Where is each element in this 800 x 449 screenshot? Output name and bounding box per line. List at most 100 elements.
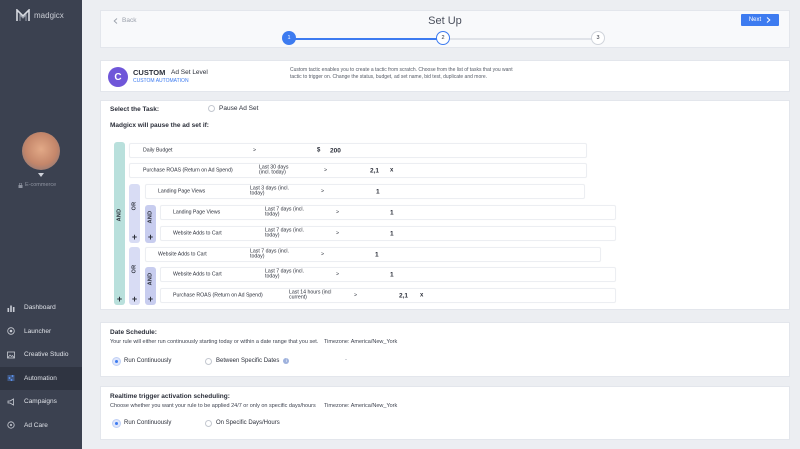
tactic-subtitle: CUSTOM AUTOMATION xyxy=(133,78,189,84)
lock-icon xyxy=(18,182,23,188)
condition-operator[interactable]: > xyxy=(336,209,339,216)
info-icon[interactable]: i xyxy=(283,358,290,364)
sidebar-item-ad-care[interactable]: Ad Care xyxy=(0,414,82,438)
timezone-label: Timezone: America/New_York xyxy=(324,403,398,409)
radio-unselected[interactable] xyxy=(205,357,212,365)
and-label: AND xyxy=(116,208,123,222)
select-task-label: Select the Task: xyxy=(110,106,160,113)
condition-period[interactable]: Last 7 days (incl. today) xyxy=(265,206,305,218)
app-name: madgicx xyxy=(34,11,64,20)
sidebar-item-dashboard[interactable]: Dashboard xyxy=(0,296,82,320)
radio-selected[interactable] xyxy=(113,419,120,427)
megaphone-icon xyxy=(7,398,14,406)
madgicx-logo[interactable]: madgicx xyxy=(16,9,64,22)
condition-operator[interactable]: > xyxy=(354,292,357,299)
account-label: E-commerce xyxy=(18,182,56,188)
sidebar-item-automation[interactable]: Automation xyxy=(0,366,82,390)
sliders-icon xyxy=(7,375,15,382)
condition-period[interactable]: Last 3 days (incl. today) xyxy=(250,185,290,197)
condition-row[interactable]: Website Adds to Cart Last 7 days (incl. … xyxy=(145,247,601,262)
target-icon xyxy=(7,327,15,335)
task-radio[interactable] xyxy=(208,105,215,112)
sidebar: madgicx E-commerce Dashboard Launcher Cr… xyxy=(0,0,82,449)
condition-value[interactable]: 2,1 xyxy=(399,292,408,299)
sidebar-item-launcher[interactable]: Launcher xyxy=(0,320,82,344)
condition-metric: Website Adds to Cart xyxy=(173,270,222,277)
condition-operator[interactable]: > xyxy=(321,251,324,258)
condition-operator[interactable]: > xyxy=(253,147,256,154)
image-icon xyxy=(7,351,15,359)
task-panel: Select the Task: Pause Ad Set Madgicx wi… xyxy=(100,100,790,310)
add-condition-button[interactable]: + xyxy=(145,233,156,242)
task-option-pause-ad-set[interactable]: Pause Ad Set xyxy=(208,105,258,112)
tactic-name: CUSTOM xyxy=(133,68,166,77)
between-dates-option[interactable]: Between Specific Dates i xyxy=(205,356,290,366)
condition-period[interactable]: Last 7 days (incl. today) xyxy=(250,248,290,260)
condition-operator[interactable]: > xyxy=(321,188,324,195)
condition-period[interactable]: Last 14 hours (incl current) xyxy=(289,289,333,301)
condition-value[interactable]: 1 xyxy=(390,271,394,278)
specific-days-option[interactable]: On Specific Days/Hours xyxy=(205,418,280,428)
next-button[interactable]: Next xyxy=(741,14,779,26)
condition-operator[interactable]: > xyxy=(324,167,327,174)
add-condition-button[interactable]: + xyxy=(145,295,156,304)
condition-metric: Purchase ROAS (Return on Ad Spend) xyxy=(143,166,233,173)
chevron-down-icon[interactable] xyxy=(38,173,44,177)
condition-currency: $ xyxy=(317,146,321,153)
or-group-bar: OR + xyxy=(129,184,140,243)
condition-value[interactable]: 200 xyxy=(330,147,341,154)
date-schedule-panel: Date Schedule: Your rule will either run… xyxy=(100,322,790,377)
rule-intro: Madgicx will pause the ad set if: xyxy=(110,122,209,129)
or-label: OR xyxy=(131,201,138,211)
condition-row[interactable]: Landing Page Views Last 7 days (incl. to… xyxy=(160,205,616,220)
account-avatar[interactable] xyxy=(22,132,60,170)
step-1[interactable]: 1 xyxy=(282,31,296,45)
step-2[interactable]: 2 xyxy=(436,31,450,45)
radio-unselected[interactable] xyxy=(205,419,212,427)
condition-row[interactable]: Website Adds to Cart Last 7 days (incl. … xyxy=(160,267,616,282)
condition-value[interactable]: 1 xyxy=(376,188,380,195)
sidebar-item-creative-studio[interactable]: Creative Studio xyxy=(0,343,82,367)
condition-metric: Landing Page Views xyxy=(158,187,206,194)
and-group-bar: AND + xyxy=(145,267,156,305)
page-title: Set Up xyxy=(428,15,462,27)
condition-value[interactable]: 1 xyxy=(375,251,379,258)
tactic-level: Ad Set Level xyxy=(171,69,208,76)
radio-selected[interactable] xyxy=(113,357,120,365)
step-3[interactable]: 3 xyxy=(591,31,605,45)
condition-row[interactable]: Purchase ROAS (Return on Ad Spend) Last … xyxy=(160,288,616,303)
bar-chart-icon xyxy=(7,305,15,312)
condition-period[interactable]: Last 30 days (incl. today) xyxy=(259,164,299,176)
and-group-bar: AND + xyxy=(145,205,156,243)
condition-value[interactable]: 1 xyxy=(390,209,394,216)
condition-value[interactable]: 2,1 xyxy=(370,167,379,174)
condition-metric: Website Adds to Cart xyxy=(158,250,207,257)
condition-row[interactable]: Purchase ROAS (Return on Ad Spend) Last … xyxy=(129,163,587,178)
sidebar-nav: Dashboard Launcher Creative Studio Autom… xyxy=(0,296,82,437)
condition-operator[interactable]: > xyxy=(336,271,339,278)
condition-value[interactable]: 1 xyxy=(390,230,394,237)
realtime-description: Choose whether you want your rule to be … xyxy=(110,403,316,409)
condition-operator[interactable]: > xyxy=(336,230,339,237)
shield-icon xyxy=(7,421,15,429)
sidebar-item-campaigns[interactable]: Campaigns xyxy=(0,390,82,414)
realtime-run-continuously-option[interactable]: Run Continuously xyxy=(113,418,171,428)
date-schedule-title: Date Schedule: xyxy=(110,329,157,336)
condition-period[interactable]: Last 7 days (incl. today) xyxy=(265,268,305,280)
condition-row[interactable]: Website Adds to Cart Last 7 days (incl. … xyxy=(160,226,616,241)
chevron-right-icon xyxy=(766,17,771,23)
and-label: AND xyxy=(147,210,154,224)
date-range-value[interactable]: - xyxy=(345,357,347,363)
add-condition-button[interactable]: + xyxy=(114,295,125,304)
add-condition-button[interactable]: + xyxy=(129,295,140,304)
or-label: OR xyxy=(131,264,138,274)
add-condition-button[interactable]: + xyxy=(129,233,140,242)
condition-row[interactable]: Landing Page Views Last 3 days (incl. to… xyxy=(145,184,585,199)
and-label: AND xyxy=(147,272,154,286)
run-continuously-option[interactable]: Run Continuously xyxy=(113,356,171,366)
condition-row[interactable]: Daily Budget > $ 200 xyxy=(129,143,587,158)
condition-metric: Daily Budget xyxy=(143,146,173,153)
madgicx-logo-icon xyxy=(16,9,30,21)
custom-tactic-icon: C xyxy=(108,67,128,87)
condition-period[interactable]: Last 7 days (incl. today) xyxy=(265,227,305,239)
